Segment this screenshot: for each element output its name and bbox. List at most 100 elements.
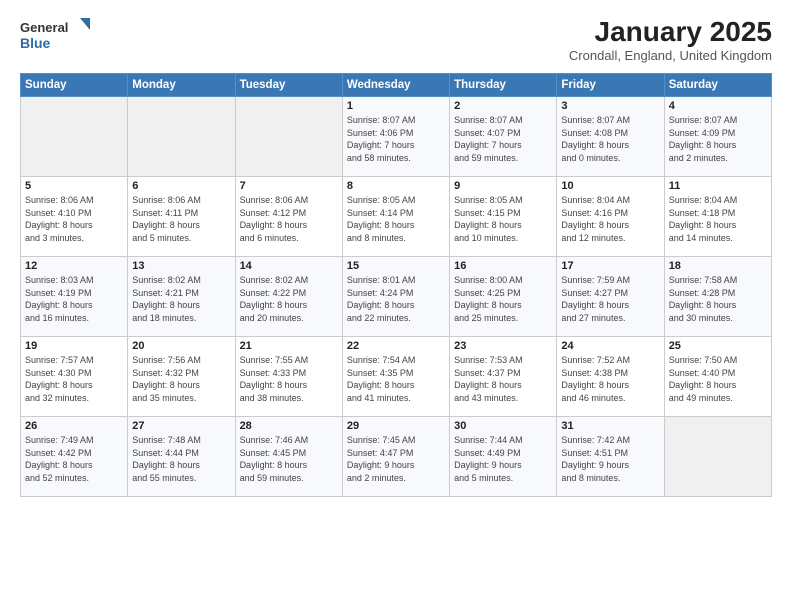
day-info: Sunrise: 8:02 AM Sunset: 4:22 PM Dayligh… — [240, 274, 338, 324]
day-cell: 18 Sunrise: 7:58 AM Sunset: 4:28 PM Dayli… — [664, 257, 771, 337]
day-info: Sunrise: 8:00 AM Sunset: 4:25 PM Dayligh… — [454, 274, 552, 324]
day-info: Sunrise: 7:53 AM Sunset: 4:37 PM Dayligh… — [454, 354, 552, 404]
day-info: Sunrise: 8:07 AM Sunset: 4:06 PM Dayligh… — [347, 114, 445, 164]
month-title: January 2025 — [569, 16, 772, 48]
day-number: 8 — [347, 180, 445, 192]
day-number: 26 — [25, 420, 123, 432]
day-info: Sunrise: 7:46 AM Sunset: 4:45 PM Dayligh… — [240, 434, 338, 484]
day-number: 17 — [561, 260, 659, 272]
day-cell: 16 Sunrise: 8:00 AM Sunset: 4:25 PM Dayli… — [450, 257, 557, 337]
day-cell: 2 Sunrise: 8:07 AM Sunset: 4:07 PM Daylig… — [450, 97, 557, 177]
week-row-1: 1Sunrise: 8:07 AM Sunset: 4:06 PM Daylig… — [21, 97, 772, 177]
day-number: 14 — [240, 260, 338, 272]
day-number: 4 — [669, 100, 767, 112]
logo: General Blue — [20, 16, 90, 56]
day-info: Sunrise: 7:45 AM Sunset: 4:47 PM Dayligh… — [347, 434, 445, 484]
day-number: 24 — [561, 340, 659, 352]
day-cell: 22 Sunrise: 7:54 AM Sunset: 4:35 PM Dayli… — [342, 337, 449, 417]
day-info: Sunrise: 8:02 AM Sunset: 4:21 PM Dayligh… — [132, 274, 230, 324]
day-info: Sunrise: 7:56 AM Sunset: 4:32 PM Dayligh… — [132, 354, 230, 404]
day-number: 28 — [240, 420, 338, 432]
week-row-3: 12 Sunrise: 8:03 AM Sunset: 4:19 PM Dayli… — [21, 257, 772, 337]
day-number: 18 — [669, 260, 767, 272]
header-cell-wednesday: Wednesday — [342, 74, 449, 97]
day-cell: 31 Sunrise: 7:42 AM Sunset: 4:51 PM Dayli… — [557, 417, 664, 497]
day-number: 25 — [669, 340, 767, 352]
day-cell: 7 Sunrise: 8:06 AM Sunset: 4:12 PM Daylig… — [235, 177, 342, 257]
day-info: Sunrise: 7:44 AM Sunset: 4:49 PM Dayligh… — [454, 434, 552, 484]
day-cell: 6 Sunrise: 8:06 AM Sunset: 4:11 PM Daylig… — [128, 177, 235, 257]
day-number: 2 — [454, 100, 552, 112]
day-cell: 13 Sunrise: 8:02 AM Sunset: 4:21 PM Dayli… — [128, 257, 235, 337]
day-cell: 8 Sunrise: 8:05 AM Sunset: 4:14 PM Daylig… — [342, 177, 449, 257]
day-number: 9 — [454, 180, 552, 192]
day-number: 11 — [669, 180, 767, 192]
day-cell: 3 Sunrise: 8:07 AM Sunset: 4:08 PM Daylig… — [557, 97, 664, 177]
day-cell: 30 Sunrise: 7:44 AM Sunset: 4:49 PM Dayli… — [450, 417, 557, 497]
day-number: 21 — [240, 340, 338, 352]
day-cell: 1Sunrise: 8:07 AM Sunset: 4:06 PM Daylig… — [342, 97, 449, 177]
day-cell: 21 Sunrise: 7:55 AM Sunset: 4:33 PM Dayli… — [235, 337, 342, 417]
logo-svg: General Blue — [20, 16, 90, 56]
day-cell: 9 Sunrise: 8:05 AM Sunset: 4:15 PM Daylig… — [450, 177, 557, 257]
location: Crondall, England, United Kingdom — [569, 48, 772, 63]
day-info: Sunrise: 8:04 AM Sunset: 4:18 PM Dayligh… — [669, 194, 767, 244]
day-cell: 5Sunrise: 8:06 AM Sunset: 4:10 PM Daylig… — [21, 177, 128, 257]
day-info: Sunrise: 8:07 AM Sunset: 4:07 PM Dayligh… — [454, 114, 552, 164]
day-cell: 25 Sunrise: 7:50 AM Sunset: 4:40 PM Dayli… — [664, 337, 771, 417]
day-info: Sunrise: 8:06 AM Sunset: 4:10 PM Dayligh… — [25, 194, 123, 244]
day-cell: 14 Sunrise: 8:02 AM Sunset: 4:22 PM Dayli… — [235, 257, 342, 337]
day-info: Sunrise: 8:03 AM Sunset: 4:19 PM Dayligh… — [25, 274, 123, 324]
day-number: 30 — [454, 420, 552, 432]
day-info: Sunrise: 8:07 AM Sunset: 4:08 PM Dayligh… — [561, 114, 659, 164]
day-cell: 12 Sunrise: 8:03 AM Sunset: 4:19 PM Dayli… — [21, 257, 128, 337]
day-info: Sunrise: 7:57 AM Sunset: 4:30 PM Dayligh… — [25, 354, 123, 404]
day-info: Sunrise: 7:42 AM Sunset: 4:51 PM Dayligh… — [561, 434, 659, 484]
day-number: 19 — [25, 340, 123, 352]
day-info: Sunrise: 7:52 AM Sunset: 4:38 PM Dayligh… — [561, 354, 659, 404]
day-number: 20 — [132, 340, 230, 352]
day-info: Sunrise: 8:05 AM Sunset: 4:14 PM Dayligh… — [347, 194, 445, 244]
day-cell: 23Sunrise: 7:53 AM Sunset: 4:37 PM Dayli… — [450, 337, 557, 417]
header-cell-tuesday: Tuesday — [235, 74, 342, 97]
day-info: Sunrise: 7:58 AM Sunset: 4:28 PM Dayligh… — [669, 274, 767, 324]
day-number: 7 — [240, 180, 338, 192]
day-cell: 24 Sunrise: 7:52 AM Sunset: 4:38 PM Dayli… — [557, 337, 664, 417]
header-cell-monday: Monday — [128, 74, 235, 97]
day-number: 31 — [561, 420, 659, 432]
day-info: Sunrise: 7:59 AM Sunset: 4:27 PM Dayligh… — [561, 274, 659, 324]
day-cell: 19 Sunrise: 7:57 AM Sunset: 4:30 PM Dayli… — [21, 337, 128, 417]
day-info: Sunrise: 8:05 AM Sunset: 4:15 PM Dayligh… — [454, 194, 552, 244]
day-info: Sunrise: 7:54 AM Sunset: 4:35 PM Dayligh… — [347, 354, 445, 404]
day-cell — [128, 97, 235, 177]
calendar-page: General Blue January 2025 Crondall, Engl… — [0, 0, 792, 612]
day-number: 22 — [347, 340, 445, 352]
header-cell-friday: Friday — [557, 74, 664, 97]
day-cell: 11 Sunrise: 8:04 AM Sunset: 4:18 PM Dayli… — [664, 177, 771, 257]
day-info: Sunrise: 7:55 AM Sunset: 4:33 PM Dayligh… — [240, 354, 338, 404]
day-cell: 28 Sunrise: 7:46 AM Sunset: 4:45 PM Dayli… — [235, 417, 342, 497]
week-row-2: 5Sunrise: 8:06 AM Sunset: 4:10 PM Daylig… — [21, 177, 772, 257]
day-number: 16 — [454, 260, 552, 272]
day-info: Sunrise: 8:01 AM Sunset: 4:24 PM Dayligh… — [347, 274, 445, 324]
header-cell-saturday: Saturday — [664, 74, 771, 97]
day-cell: 15Sunrise: 8:01 AM Sunset: 4:24 PM Dayli… — [342, 257, 449, 337]
day-number: 6 — [132, 180, 230, 192]
day-cell: 4 Sunrise: 8:07 AM Sunset: 4:09 PM Daylig… — [664, 97, 771, 177]
header-row: SundayMondayTuesdayWednesdayThursdayFrid… — [21, 74, 772, 97]
day-cell — [235, 97, 342, 177]
day-info: Sunrise: 7:49 AM Sunset: 4:42 PM Dayligh… — [25, 434, 123, 484]
day-info: Sunrise: 7:50 AM Sunset: 4:40 PM Dayligh… — [669, 354, 767, 404]
day-number: 3 — [561, 100, 659, 112]
day-number: 27 — [132, 420, 230, 432]
title-block: January 2025 Crondall, England, United K… — [569, 16, 772, 63]
day-info: Sunrise: 8:06 AM Sunset: 4:11 PM Dayligh… — [132, 194, 230, 244]
day-number: 13 — [132, 260, 230, 272]
day-cell: 26 Sunrise: 7:49 AM Sunset: 4:42 PM Dayli… — [21, 417, 128, 497]
day-info: Sunrise: 8:07 AM Sunset: 4:09 PM Dayligh… — [669, 114, 767, 164]
week-row-5: 26 Sunrise: 7:49 AM Sunset: 4:42 PM Dayli… — [21, 417, 772, 497]
day-info: Sunrise: 8:06 AM Sunset: 4:12 PM Dayligh… — [240, 194, 338, 244]
header-cell-thursday: Thursday — [450, 74, 557, 97]
day-number: 12 — [25, 260, 123, 272]
svg-text:General: General — [20, 20, 68, 35]
